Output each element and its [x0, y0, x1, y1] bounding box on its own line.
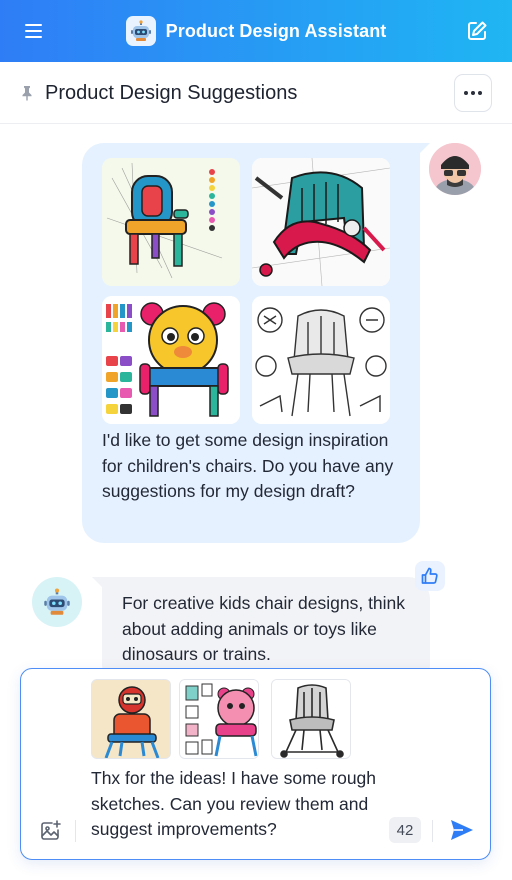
hamburger-menu-icon[interactable]: [24, 21, 46, 41]
conversation-title-bar: Product Design Suggestions: [0, 62, 512, 124]
user-image-thumbnail[interactable]: [102, 296, 240, 424]
message-composer[interactable]: Thx for the ideas! I have some rough ske…: [20, 668, 491, 860]
edit-icon[interactable]: [466, 20, 488, 42]
composer-divider: [75, 820, 76, 842]
assistant-message-text: For creative kids chair designs, think a…: [122, 593, 406, 664]
composer-divider: [432, 820, 433, 842]
character-count-badge: 42: [389, 817, 421, 843]
more-horizontal-icon: [464, 91, 468, 95]
robot-icon: [125, 16, 156, 46]
app-brand: Product Design Assistant: [125, 16, 387, 46]
send-icon[interactable]: [449, 818, 475, 842]
pin-icon[interactable]: [20, 85, 34, 101]
attachment-thumbnail[interactable]: [271, 679, 351, 759]
add-image-icon[interactable]: [39, 819, 63, 843]
user-image-thumbnail[interactable]: [102, 158, 240, 286]
user-message-bubble: I'd like to get some design inspiration …: [82, 143, 430, 543]
assistant-avatar: [32, 577, 82, 627]
app-header: Product Design Assistant: [0, 0, 512, 62]
thumbs-up-icon[interactable]: [415, 561, 445, 591]
user-image-thumbnail[interactable]: [252, 158, 390, 286]
user-image-grid: [102, 158, 390, 424]
attachment-thumbnail[interactable]: [179, 679, 259, 759]
user-message-text: I'd like to get some design inspiration …: [102, 430, 394, 501]
attachment-thumbnail[interactable]: [91, 679, 171, 759]
user-avatar[interactable]: [429, 143, 481, 195]
composer-input-text[interactable]: Thx for the ideas! I have some rough ske…: [91, 766, 391, 843]
user-image-thumbnail[interactable]: [252, 296, 390, 424]
more-options-button[interactable]: [454, 74, 492, 112]
app-title: Product Design Assistant: [165, 20, 387, 41]
conversation-title: Product Design Suggestions: [45, 82, 298, 104]
